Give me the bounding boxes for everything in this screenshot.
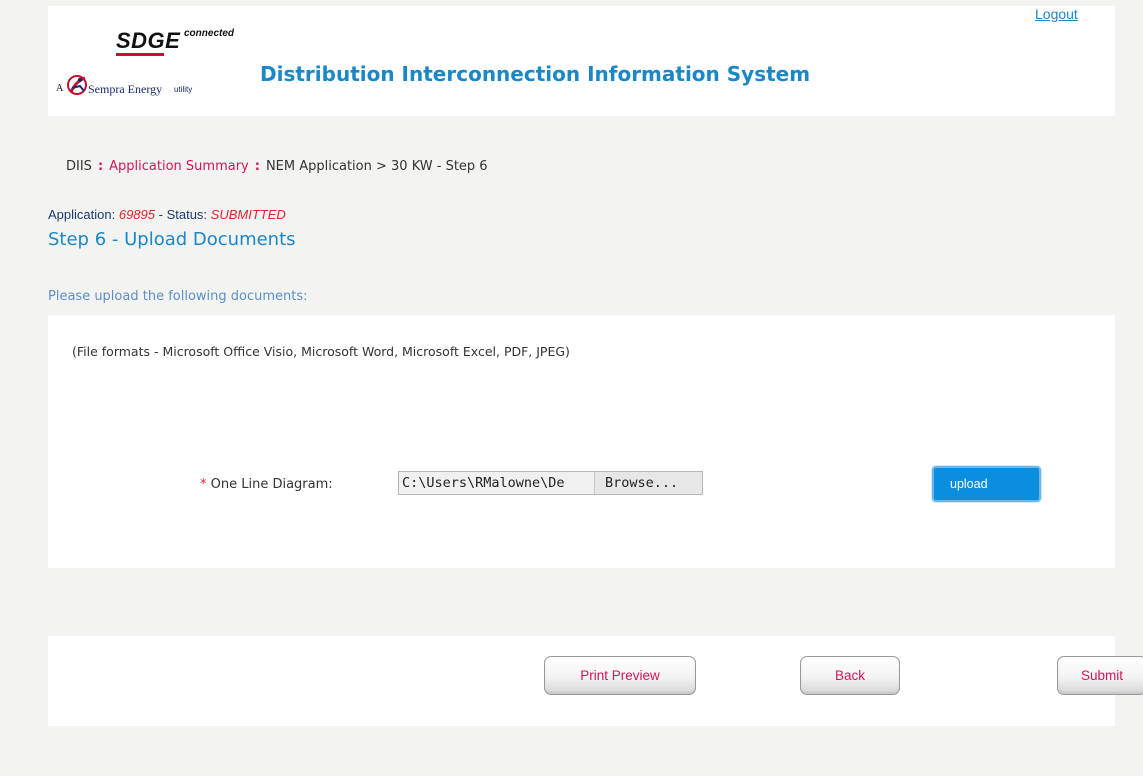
sempra-swoosh-icon bbox=[67, 75, 87, 95]
application-number: 69895 bbox=[118, 207, 155, 222]
breadcrumb-application-summary[interactable]: Application Summary bbox=[109, 159, 249, 174]
breadcrumb-root[interactable]: DIIS bbox=[66, 159, 92, 174]
breadcrumb-separator-icon: : bbox=[254, 159, 260, 174]
sdge-logo: SDGE connected A Sempra Energy utility bbox=[56, 14, 256, 104]
upload-button[interactable]: upload bbox=[932, 466, 1041, 502]
logo-utility-text: utility bbox=[174, 85, 193, 94]
one-line-diagram-label: * One Line Diagram: bbox=[200, 477, 333, 492]
header: SDGE connected A Sempra Energy utility D… bbox=[48, 6, 1115, 116]
back-button[interactable]: Back bbox=[800, 656, 900, 695]
status-value: SUBMITTED bbox=[210, 207, 286, 222]
action-panel: Print Preview Back Submit bbox=[48, 636, 1143, 726]
upload-panel: (File formats - Microsoft Office Visio, … bbox=[48, 315, 1115, 568]
logo-sempra-text: Sempra Energy bbox=[88, 82, 163, 96]
step-title: Step 6 - Upload Documents bbox=[48, 229, 296, 250]
application-label: Application: bbox=[48, 207, 116, 222]
one-line-diagram-file-input[interactable]: C:\Users\RMalowne\De Browse... bbox=[398, 471, 703, 495]
status-label: - Status: bbox=[158, 207, 208, 222]
file-path-field[interactable]: C:\Users\RMalowne\De bbox=[399, 472, 595, 494]
application-status: Application: 69895 - Status: SUBMITTED bbox=[48, 207, 286, 222]
logo-connected-text: connected bbox=[184, 28, 235, 39]
logo-a-text: A bbox=[56, 83, 64, 94]
browse-button[interactable]: Browse... bbox=[595, 472, 702, 494]
breadcrumb-current: NEM Application > 30 KW - Step 6 bbox=[265, 159, 488, 174]
upload-instructions: Please upload the following documents: bbox=[48, 289, 308, 304]
logout-link[interactable]: Logout bbox=[1035, 6, 1078, 22]
required-marker: * bbox=[200, 477, 207, 492]
breadcrumb: DIIS: Application Summary: NEM Application… bbox=[66, 159, 488, 174]
print-preview-button[interactable]: Print Preview bbox=[544, 656, 696, 695]
breadcrumb-separator-icon: : bbox=[97, 159, 104, 174]
submit-button[interactable]: Submit bbox=[1057, 656, 1143, 695]
app-title: Distribution Interconnection Information… bbox=[260, 62, 811, 86]
sdge-wordmark: SDGE bbox=[116, 28, 180, 56]
file-formats-note: (File formats - Microsoft Office Visio, … bbox=[72, 344, 570, 359]
field-label-text: One Line Diagram: bbox=[210, 477, 333, 492]
